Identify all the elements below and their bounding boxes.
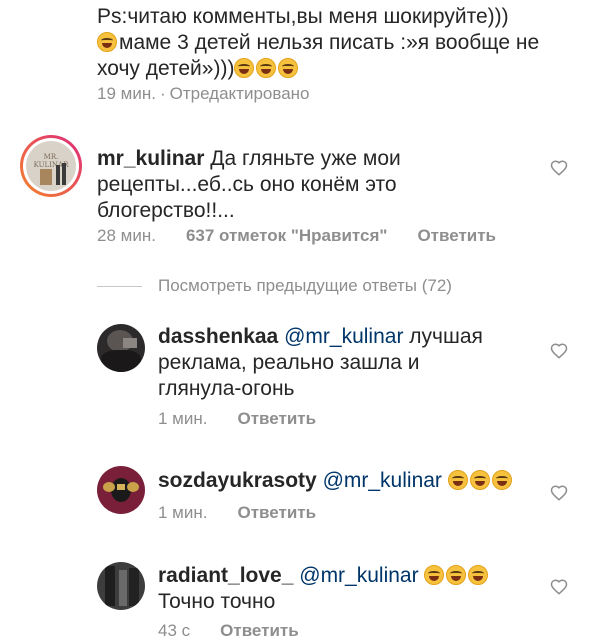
avatar[interactable] — [97, 466, 145, 514]
reply-button[interactable]: Ответить — [220, 621, 299, 641]
main-comment-meta: 28 мин. 637 отметок "Нравится" Ответить — [97, 226, 496, 246]
reply-text: sozdayukrasoty @mr_kulinar — [158, 468, 538, 494]
comment-username[interactable]: sozdayukrasoty — [158, 469, 317, 492]
main-comment-text: mr_kulinar Да гляньте уже мои рецепты...… — [97, 147, 401, 222]
avatar[interactable] — [97, 562, 145, 610]
top-comment-meta: 19 мин. · Отредактировано — [97, 84, 310, 103]
comment-username[interactable]: mr_kulinar — [97, 147, 204, 170]
timestamp: 1 мин. — [158, 409, 208, 428]
laughing-emoji-icon — [469, 470, 490, 490]
timestamp: 43 с — [158, 621, 191, 640]
view-previous-replies-link[interactable]: Посмотреть предыдущие ответы (72) — [158, 276, 452, 296]
laughing-emoji-icon — [491, 470, 512, 490]
timestamp: 19 мин. — [97, 84, 156, 103]
top-comment: Ps:читаю комменты,вы меня шокируйте))) м… — [97, 4, 577, 82]
likes-count-link[interactable]: 637 отметок "Нравится" — [186, 226, 388, 246]
timestamp: 1 мин. — [158, 503, 208, 522]
mention-link[interactable]: @mr_kulinar — [284, 325, 403, 348]
mention-link[interactable]: @mr_kulinar — [323, 469, 442, 492]
top-comment-line1: Ps:читаю комменты,вы меня шокируйте))) — [97, 5, 509, 28]
avatar[interactable]: MR. KULINAR — [20, 135, 82, 197]
mention-link[interactable]: @mr_kulinar — [299, 564, 418, 587]
laughing-emoji-icon — [468, 565, 489, 585]
top-comment-line3: хочу детей»))) — [97, 56, 577, 82]
comment-username[interactable]: dasshenkaa — [158, 325, 278, 348]
laughing-emoji-icon — [278, 58, 299, 78]
top-comment-line2: маме 3 детей нельзя писать :»я вообще не — [97, 30, 577, 56]
reply-button[interactable]: Ответить — [417, 226, 496, 246]
laughing-emoji-icon — [424, 565, 445, 585]
like-heart-icon[interactable] — [550, 484, 568, 502]
like-heart-icon[interactable] — [550, 159, 568, 177]
laughing-emoji-icon — [234, 58, 255, 78]
reply-meta: 1 мин. Ответить — [158, 503, 316, 523]
laughing-emoji-icon — [447, 470, 468, 490]
laughing-emoji-icon — [97, 32, 117, 52]
reply-text: dasshenkaa @mr_kulinar лучшая реклама, р… — [158, 325, 483, 400]
like-heart-icon[interactable] — [550, 342, 568, 360]
comment-username[interactable]: radiant_love_ — [158, 564, 293, 587]
laughing-emoji-icon — [446, 565, 467, 585]
avatar[interactable] — [97, 324, 145, 372]
laughing-emoji-icon — [256, 58, 277, 78]
timestamp: 28 мин. — [97, 226, 156, 245]
like-heart-icon[interactable] — [550, 578, 568, 596]
reply-button[interactable]: Ответить — [237, 409, 316, 429]
reply-text: radiant_love_ @mr_kulinar Точно точно — [158, 563, 538, 615]
edited-label: Отредактировано — [169, 84, 310, 103]
reply-meta: 43 с Ответить — [158, 621, 299, 641]
reply-meta: 1 мин. Ответить — [158, 409, 316, 429]
view-previous-replies-divider — [97, 286, 142, 287]
reply-button[interactable]: Ответить — [237, 503, 316, 523]
